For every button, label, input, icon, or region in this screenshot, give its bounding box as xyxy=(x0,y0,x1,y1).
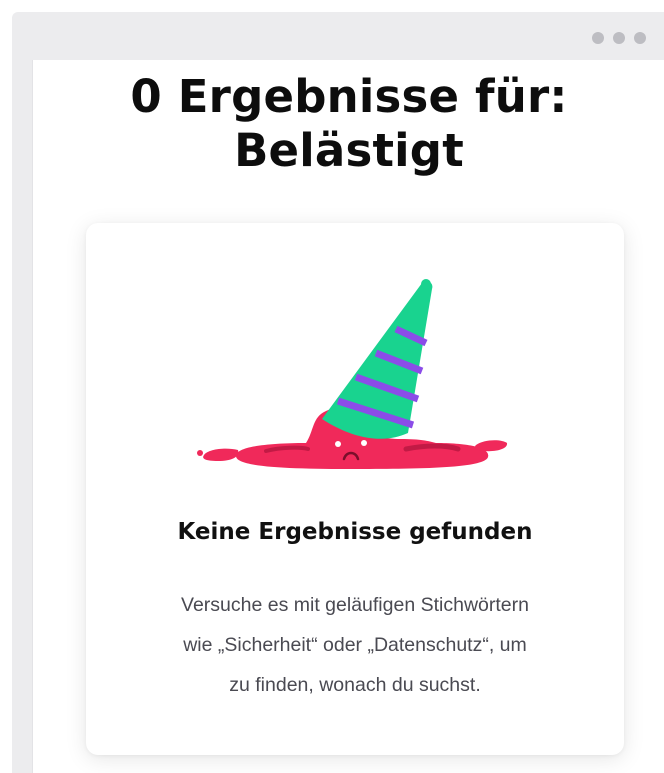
empty-state-heading: Keine Ergebnisse gefunden xyxy=(177,519,533,545)
window-dot-icon[interactable] xyxy=(634,32,646,44)
empty-state-text-line: wie „Sicherheit“ oder „Datenschutz“, um xyxy=(183,634,527,656)
window-controls xyxy=(592,32,646,44)
page-title-line-1: 0 Ergebnisse für: xyxy=(130,70,568,123)
window-dot-icon[interactable] xyxy=(613,32,625,44)
puddle-drip-right xyxy=(474,440,508,452)
empty-state-card: Keine Ergebnisse gefunden Versuche es mi… xyxy=(86,223,624,755)
empty-state-text-line: zu finden, wonach du suchst. xyxy=(229,674,481,696)
puddle-drip-left xyxy=(203,448,239,461)
hat-tip xyxy=(421,279,431,289)
melted-party-hat-icon xyxy=(197,279,508,469)
face-eye-left xyxy=(335,441,341,447)
empty-state-text-line: Versuche es mit geläufigen Stichwörtern xyxy=(181,594,529,616)
empty-state-description: Versuche es mit geläufigen Stichwörtern … xyxy=(116,585,594,705)
page-viewport: 0 Ergebnisse für: Belästigt Keine Ergebn… xyxy=(32,60,664,773)
page-title-line-2: Belästigt xyxy=(234,124,464,177)
page-title: 0 Ergebnisse für: Belästigt xyxy=(33,70,664,178)
face-eye-right xyxy=(361,440,367,446)
browser-window: 0 Ergebnisse für: Belästigt Keine Ergebn… xyxy=(12,12,664,773)
puddle-drop xyxy=(197,450,203,456)
window-dot-icon[interactable] xyxy=(592,32,604,44)
